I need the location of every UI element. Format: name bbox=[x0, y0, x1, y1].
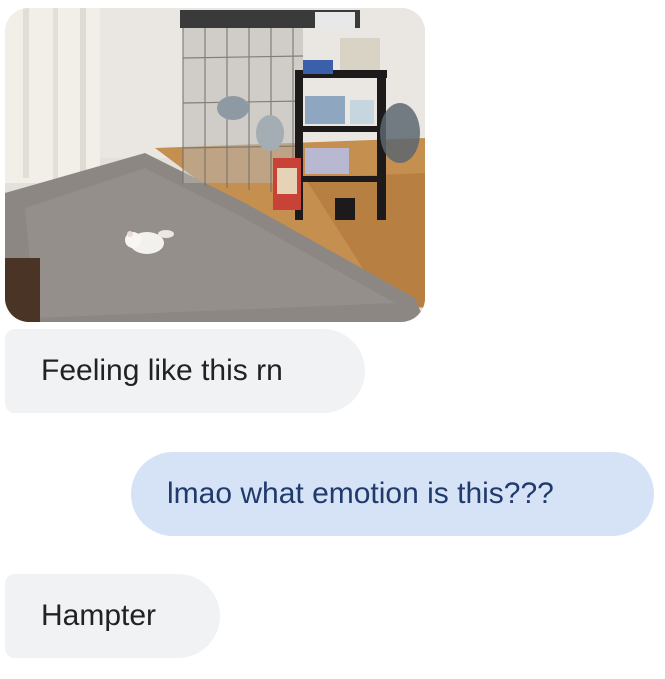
message-bubble-sent[interactable]: lmao what emotion is this??? bbox=[131, 452, 654, 536]
received-photo[interactable] bbox=[5, 8, 425, 322]
message-text: lmao what emotion is this??? bbox=[167, 477, 554, 510]
message-text: Feeling like this rn bbox=[41, 354, 283, 387]
message-thread: Feeling like this rn lmao what emotion i… bbox=[0, 0, 665, 679]
message-text: Hampter bbox=[41, 599, 157, 632]
message-bubble-received[interactable]: Feeling like this rn bbox=[5, 329, 365, 413]
photo-image bbox=[5, 8, 425, 322]
message-bubble-received[interactable]: Hampter bbox=[5, 574, 220, 658]
